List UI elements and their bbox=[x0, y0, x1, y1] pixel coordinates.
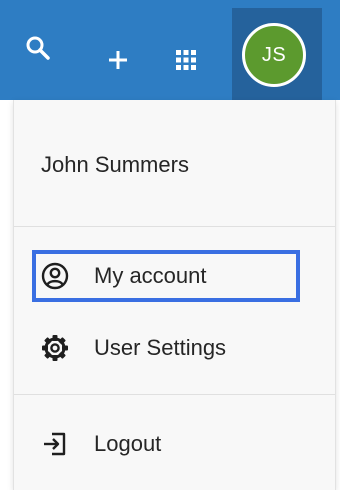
menu-item-logout[interactable]: Logout bbox=[32, 418, 300, 470]
avatar[interactable]: JS bbox=[242, 23, 306, 87]
menu-user-name: John Summers bbox=[41, 152, 189, 177]
add-button[interactable] bbox=[96, 40, 140, 84]
header-bar: JS bbox=[0, 0, 340, 100]
logout-icon bbox=[40, 429, 70, 459]
menu-divider bbox=[14, 394, 335, 395]
menu-item-label: Logout bbox=[94, 431, 162, 456]
menu-item-label: My account bbox=[94, 263, 207, 288]
search-button[interactable] bbox=[16, 28, 60, 72]
account-circle-icon bbox=[40, 261, 70, 291]
gear-icon bbox=[40, 333, 70, 363]
menu-divider bbox=[14, 226, 335, 227]
avatar-button-active[interactable]: JS bbox=[232, 8, 322, 100]
menu-item-label: User Settings bbox=[94, 335, 227, 360]
menu-item-user-settings[interactable]: User Settings bbox=[32, 322, 300, 374]
search-icon bbox=[25, 35, 51, 66]
app-launcher-icon bbox=[175, 49, 197, 76]
menu-item-my-account[interactable]: My account bbox=[32, 250, 300, 302]
user-dropdown-menu: John Summers My account User Settings Lo… bbox=[13, 100, 336, 490]
page: JS John Summers My account User Settings… bbox=[0, 0, 340, 490]
plus-icon bbox=[106, 48, 130, 77]
app-launcher-button[interactable] bbox=[164, 40, 208, 84]
